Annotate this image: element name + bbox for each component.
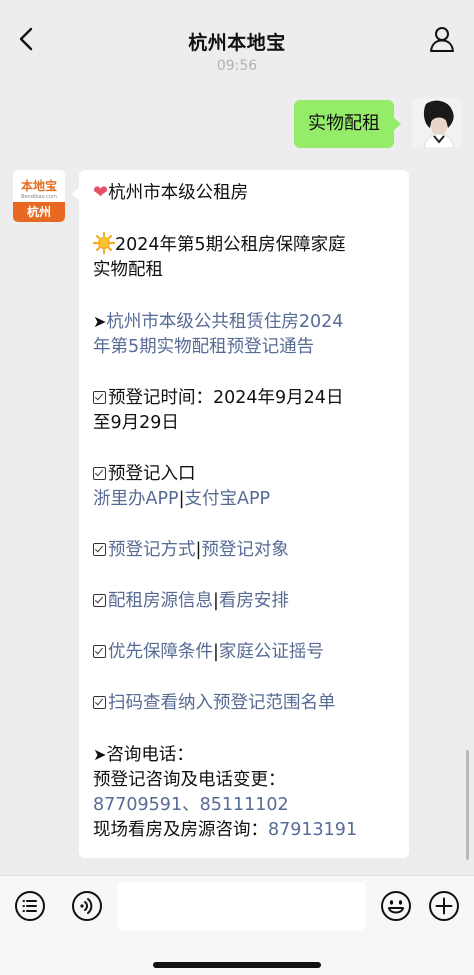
lottery-link[interactable]: 家庭公证摇号 — [219, 642, 324, 662]
logo-subtext: Bendibao.com — [21, 194, 57, 200]
person-icon[interactable] — [428, 25, 456, 53]
arrow-icon: ➤ — [93, 312, 107, 331]
official-account-avatar[interactable]: 本地宝 Bendibao.com 杭州 — [13, 170, 65, 222]
message-text: 现场看房及房源咨询： — [93, 820, 268, 840]
list-menu-icon[interactable] — [14, 890, 46, 922]
message-line: 浙里办APP|支付宝APP — [93, 487, 395, 512]
received-message-bubble: ❤杭州市本级公租房 2024年第5期公租房保障家庭 实物配租 ➤杭州市本级公共租… — [72, 170, 409, 858]
message-heading: 杭州市本级公租房 — [108, 183, 249, 203]
message-line: 配租房源信息|看房安排 — [93, 589, 395, 614]
message-line: 2024年第5期公租房保障家庭 — [93, 232, 395, 258]
housing-info-link[interactable]: 配租房源信息 — [108, 591, 213, 611]
message-line: 优先保障条件|家庭公证摇号 — [93, 640, 395, 665]
message-timestamp: 09:56 — [216, 58, 258, 70]
message-text: 预登记时间：2024年9月24日 — [108, 388, 344, 408]
logo-text: 本地宝 — [20, 179, 57, 193]
viewing-schedule-link[interactable]: 看房安排 — [219, 591, 289, 611]
message-input[interactable] — [117, 882, 366, 930]
home-indicator[interactable] — [153, 962, 321, 968]
alipay-app-link[interactable]: 支付宝APP — [184, 489, 270, 509]
message-line: ❤杭州市本级公租房 — [93, 180, 395, 206]
message-line: 预登记入口 — [93, 462, 395, 487]
arrow-icon: ➤ — [93, 745, 107, 764]
voice-icon[interactable] — [71, 890, 103, 922]
checkbox-icon — [93, 594, 106, 607]
sun-emoji-icon — [93, 232, 115, 254]
sent-message-bubble[interactable]: 实物配租 — [294, 100, 401, 148]
checkbox-icon — [93, 391, 106, 404]
checkbox-icon — [93, 696, 106, 709]
registration-method-link[interactable]: 预登记方式 — [108, 540, 196, 560]
scrollbar[interactable] — [466, 750, 469, 860]
priority-conditions-link[interactable]: 优先保障条件 — [108, 642, 213, 662]
announcement-link[interactable]: 杭州市本级公共租赁住房2024 — [106, 312, 343, 332]
checkbox-icon — [93, 467, 106, 480]
checkbox-icon — [93, 645, 106, 658]
message-text: 预登记入口 — [108, 464, 196, 484]
bendibao-logo: 本地宝 Bendibao.com — [13, 170, 65, 202]
message-text: 至9月29日 — [93, 413, 179, 433]
message-line: ➤咨询电话： — [93, 742, 395, 768]
announcement-link[interactable]: 年第5期实物配租预登记通告 — [93, 335, 395, 360]
phone-number-link[interactable]: 87913191 — [268, 820, 357, 840]
message-line: 预登记方式|预登记对象 — [93, 538, 395, 563]
message-line: 扫码查看纳入预登记范围名单 — [93, 691, 395, 716]
zheliban-app-link[interactable]: 浙里办APP — [93, 489, 179, 509]
message-line: 现场看房及房源咨询：87913191 — [93, 818, 395, 843]
registration-target-link[interactable]: 预登记对象 — [201, 540, 289, 560]
message-line[interactable]: ➤杭州市本级公共租赁住房2024 — [93, 309, 395, 335]
plus-icon[interactable] — [428, 890, 460, 922]
message-text: 预登记咨询及电话变更： — [93, 770, 286, 790]
message-text: 2024年第5期公租房保障家庭 — [115, 235, 346, 255]
chat-input-bar — [0, 875, 474, 975]
phone-number-link[interactable]: 87709591、85111102 — [93, 793, 395, 818]
user-avatar[interactable] — [412, 98, 462, 148]
message-line: 预登记时间：2024年9月24日 — [93, 386, 395, 411]
scan-list-link[interactable]: 扫码查看纳入预登记范围名单 — [108, 693, 336, 713]
checkbox-icon — [93, 543, 106, 556]
message-text: 咨询电话： — [106, 745, 194, 765]
message-text: 实物配租 — [93, 260, 163, 280]
heart-icon: ❤ — [93, 182, 109, 203]
page-title: 杭州本地宝 — [188, 32, 286, 54]
city-label: 杭州 — [13, 202, 65, 222]
emoji-icon[interactable] — [380, 890, 412, 922]
user-avatar-image — [412, 98, 462, 148]
